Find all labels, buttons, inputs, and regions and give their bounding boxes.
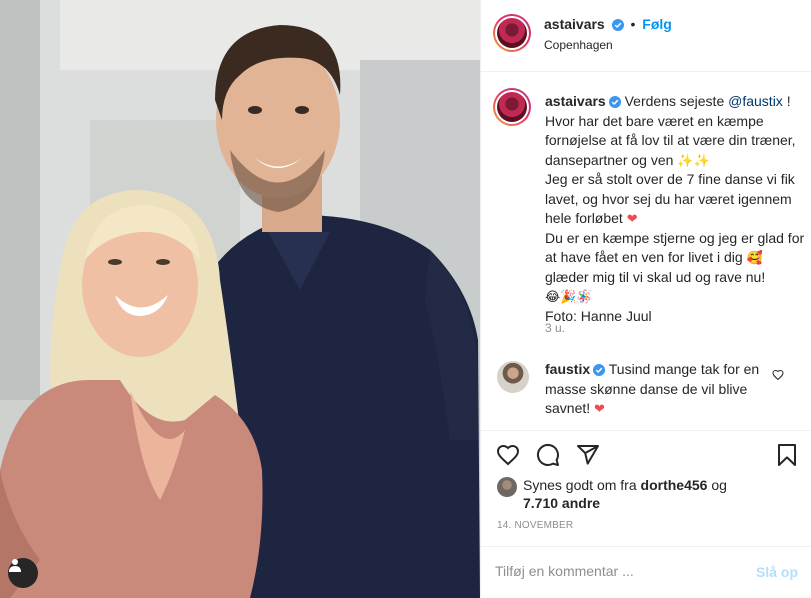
heart-icon[interactable] — [496, 443, 520, 467]
caption-line-2: Jeg er så stolt over de 7 fine danse vi … — [545, 171, 795, 226]
caption-line-3: Du er en kæmpe stjerne og jeg er glad fo… — [545, 229, 805, 266]
caption-username[interactable]: astaivars — [545, 93, 606, 109]
liker-username[interactable]: dorthe456 — [641, 477, 708, 493]
caption-text: astaivars Verdens sejeste @faustix ! Hvo… — [545, 92, 807, 326]
author-username[interactable]: astaivars — [544, 16, 605, 32]
add-comment-section: Slå op — [481, 546, 811, 598]
action-bar — [481, 430, 811, 470]
comment-icon[interactable] — [536, 443, 560, 467]
follow-button[interactable]: Følg — [642, 16, 672, 32]
smiling-hearts-emoji: 🥰 — [746, 251, 763, 266]
header-separator: • — [630, 16, 636, 32]
user-tag-button[interactable] — [8, 558, 38, 588]
caption-mention-link[interactable]: @faustix — [728, 93, 783, 109]
caption-area: astaivars Verdens sejeste @faustix ! Hvo… — [481, 72, 811, 430]
sparkles-emoji: ✨✨ — [677, 153, 710, 169]
caption-author-avatar[interactable] — [493, 88, 531, 126]
caption-line-4: glæder mig til vi skal ud og rave nu! — [545, 268, 766, 285]
author-avatar[interactable] — [493, 14, 531, 52]
likes-summary: Synes godt om fra dorthe456 og 7.710 and… — [497, 476, 797, 512]
user-tag-icon — [9, 559, 21, 572]
commenter-avatar[interactable] — [497, 361, 529, 393]
bookmark-icon[interactable] — [775, 443, 799, 467]
comment-input[interactable] — [495, 563, 745, 579]
post-photo[interactable] — [0, 0, 480, 598]
heart-emoji: ❤ — [626, 212, 638, 227]
comment-username[interactable]: faustix — [545, 361, 590, 377]
verified-icon — [608, 96, 621, 108]
post-comment-button[interactable]: Slå op — [756, 564, 798, 580]
post-date[interactable]: 14. NOVEMBER — [497, 520, 573, 531]
verified-icon — [593, 364, 606, 376]
liker-avatar[interactable] — [497, 477, 517, 497]
likes-count[interactable]: 7.710 andre — [523, 495, 600, 511]
post-header: astaivars • Følg Copenhagen — [481, 0, 811, 72]
verified-icon — [611, 19, 624, 31]
likes-prefix: Synes godt om fra — [523, 477, 641, 493]
post-side-panel: astaivars • Følg Copenhagen astaivars Ve… — [480, 0, 811, 598]
likes-conjunction: og — [707, 477, 727, 493]
heart-emoji: ❤ — [594, 402, 605, 417]
comment-like-heart-icon[interactable] — [772, 369, 784, 381]
comment-text: faustix Tusind mange tak for en masse sk… — [545, 360, 767, 419]
caption-time-ago[interactable]: 3 u. — [545, 321, 565, 335]
photo-illustration — [0, 0, 480, 598]
caption-intro: Verdens sejeste — [624, 93, 729, 109]
share-icon[interactable] — [576, 443, 600, 467]
party-emojis: 😂🎉🪅 — [545, 290, 593, 305]
post-location[interactable]: Copenhagen — [544, 38, 613, 52]
